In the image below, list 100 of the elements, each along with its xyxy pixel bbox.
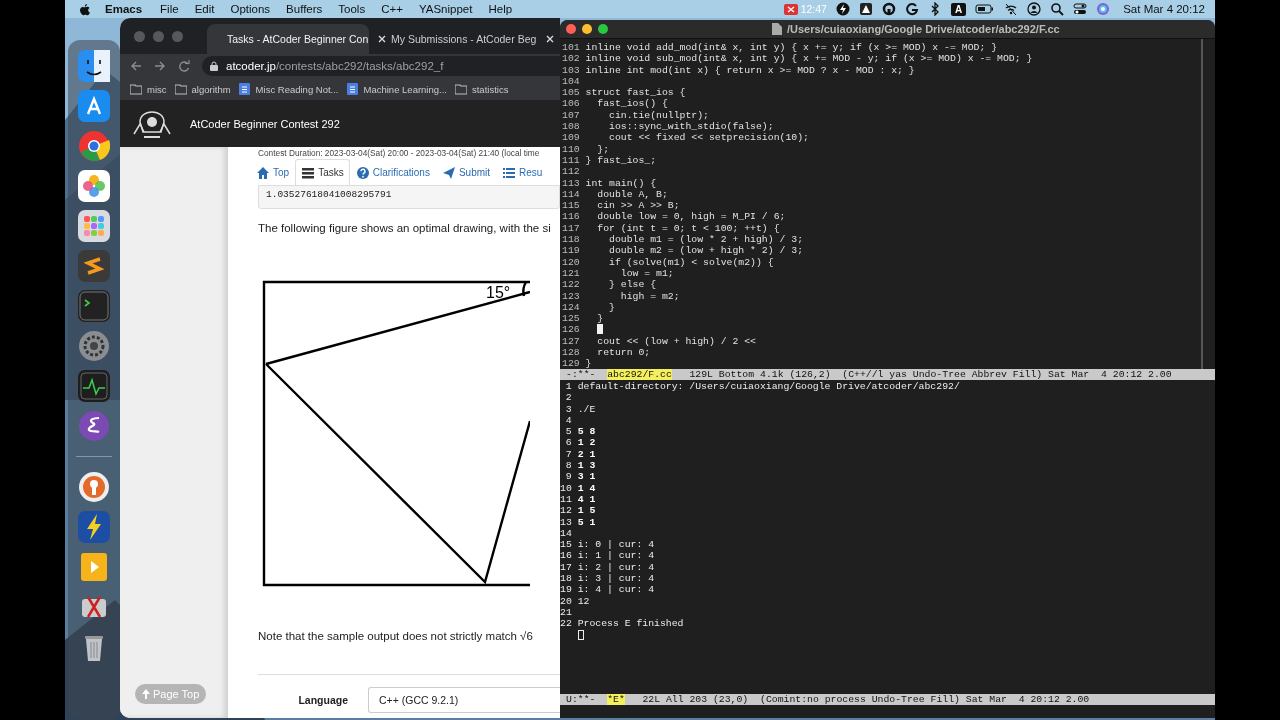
nav-tab[interactable]: Resu [496, 159, 549, 185]
line-number: 2 [564, 392, 572, 404]
input-line: 5 8 [577, 426, 596, 438]
input-line: 3 1 [577, 471, 596, 483]
output-line: default-directory: /Users/cuiaoxiang/Google Drive/atcoder/abc292/ [577, 381, 960, 393]
contest-duration: Contest Duration: 2023-03-04(Sat) 20:00 - 2023-03-04(Sat) 21:40 (local time [258, 147, 541, 159]
menu-item[interactable]: Buffers [278, 3, 331, 15]
input-line: 1 4 [577, 482, 596, 494]
line-number: 16 [560, 550, 572, 562]
line-number: 119 [562, 245, 580, 257]
line-number: 19 [560, 584, 572, 596]
code-line: }; [596, 143, 610, 155]
line-number: 102 [562, 53, 580, 65]
menu-item[interactable]: Options [222, 3, 279, 15]
input-line: 4 1 [577, 493, 596, 506]
buffer-name: abc292/F.cc [607, 369, 672, 380]
line-number: 109 [562, 132, 580, 144]
mode-line-info: 129L Bottom 4.1k (126,2) (C++//l yas Undo-Tree Abbrev Fill) Sat Mar 4 20:12 2.00 [689, 369, 1172, 380]
buffer-name: *E* [607, 694, 625, 705]
line-number: 123 [562, 290, 580, 302]
menubar-clock[interactable]: Sat Mar 4 20:12 [1123, 3, 1205, 15]
line-number: 127 [562, 335, 580, 347]
code-line: cin >> A >> B; [596, 200, 680, 212]
code-line: inline int mod(int x) { return x >= MOD ? x - MOD : x; } [585, 64, 915, 76]
code-line: double low = 0, high = M_PI / 6; [596, 211, 786, 223]
line-number: 1 [564, 381, 572, 393]
code-line: if (solve(m1) < solve(m2)) { [608, 256, 774, 268]
code-line: low = m1; [619, 267, 674, 280]
bookmark[interactable]: statistics [454, 83, 509, 95]
line-number: 20 [560, 595, 572, 607]
bookmark[interactable]: Misc Reading Not... [238, 83, 339, 95]
line-number: 114 [562, 188, 580, 201]
line-number: 112 [562, 166, 580, 178]
line-number: 105 [562, 87, 580, 99]
menu-item[interactable]: YASnippet [410, 3, 481, 15]
code-line: cout << fixed << setprecision(10); [608, 132, 809, 144]
nav-tab[interactable]: Clarifications [349, 159, 436, 185]
code-line: fast_ios() { [596, 98, 668, 110]
output-line: 12 [577, 595, 590, 607]
input-source-indicator[interactable]: A [950, 2, 967, 16]
line-number: 11 [560, 493, 572, 506]
line-number: 101 [562, 42, 580, 54]
output-line: Process E finished [577, 618, 684, 630]
line-number: 3 [564, 403, 572, 415]
sample-output: 1.03527618041008295791 [258, 185, 560, 209]
line-number: 22 [560, 618, 572, 630]
line-number: 104 [562, 75, 580, 88]
line-number: 4 [564, 414, 572, 427]
nav-tab[interactable]: Top [250, 159, 296, 185]
site-title[interactable]: AtCoder Beginner Contest 292 [190, 118, 340, 130]
menu-item[interactable]: C++ [373, 3, 411, 15]
code-line: inline void sub_mod(int& x, int y) { x += MOD - y; if (x >= MOD) x -= MOD; } [585, 53, 1033, 65]
menu-item[interactable]: Help [480, 3, 521, 15]
nav-tab[interactable]: Tasks [295, 159, 350, 185]
code-line: for (int t = 0; t < 100; ++t) { [596, 222, 780, 235]
bookmark[interactable]: Machine Learning... [346, 83, 447, 95]
line-number: 14 [560, 527, 572, 540]
language-select[interactable]: C++ (GCC 9.2.1) [368, 687, 560, 713]
line-number: 111 [562, 154, 580, 167]
line-number: 5 [564, 426, 572, 438]
line-number: 129 [562, 358, 580, 370]
app-menu[interactable]: Emacs [91, 3, 153, 15]
line-number: 17 [560, 561, 572, 574]
line-number: 122 [562, 279, 580, 291]
line-number: 21 [560, 606, 572, 619]
code-line: return 0; [596, 347, 651, 359]
line-number: 120 [562, 256, 580, 268]
mode-line-flags: -:**- [566, 369, 596, 380]
mode-line-info: 22L All 203 (23,0) (Comint:no process Undo-Tree Fill) Sat Mar 4 20:12 2.00 [642, 694, 1090, 705]
line-number: 13 [560, 516, 572, 528]
output-line: i: 1 | cur: 4 [577, 550, 655, 562]
line-number: 116 [562, 211, 580, 223]
angle-label: 15° [486, 284, 511, 301]
line-number: 128 [562, 347, 580, 359]
line-number: 113 [562, 177, 580, 189]
bookmark[interactable]: algorithm [174, 83, 231, 95]
code-line: cout << (low + high) / 2 << [596, 335, 756, 347]
input-line: 2 1 [577, 448, 596, 461]
line-number: 125 [562, 313, 580, 325]
code-line: double m2 = (low + high * 2) / 3; [608, 245, 804, 257]
line-number: 8 [564, 460, 572, 472]
nav-tab[interactable]: Submit [435, 159, 497, 185]
url-text: atcoder.jp/contests/abc292/tasks/abc292_f [226, 60, 444, 72]
code-line: double A, B; [596, 188, 668, 201]
code-line: } [585, 358, 592, 370]
output-line: i: 0 | cur: 4 [577, 539, 655, 551]
code-line: high = m2; [619, 290, 680, 302]
bookmark[interactable]: misc [130, 83, 167, 95]
address-bar[interactable]: atcoder.jp/contests/abc292/tasks/abc292_f [202, 56, 560, 76]
menu-item[interactable]: File [152, 3, 187, 15]
menu-item[interactable]: Edit [186, 3, 223, 15]
code-line: int main() { [585, 177, 657, 189]
menu-item[interactable]: Tools [330, 3, 374, 15]
note-text: Note that the sample output does not strictly match √6 [258, 629, 534, 644]
recording-time: 12:47 [800, 3, 827, 15]
output-line: ./E [577, 403, 596, 415]
line-number: 115 [562, 200, 580, 212]
line-number: 12 [560, 505, 572, 517]
line-number: 10 [560, 482, 572, 494]
code-line: } [608, 301, 615, 314]
